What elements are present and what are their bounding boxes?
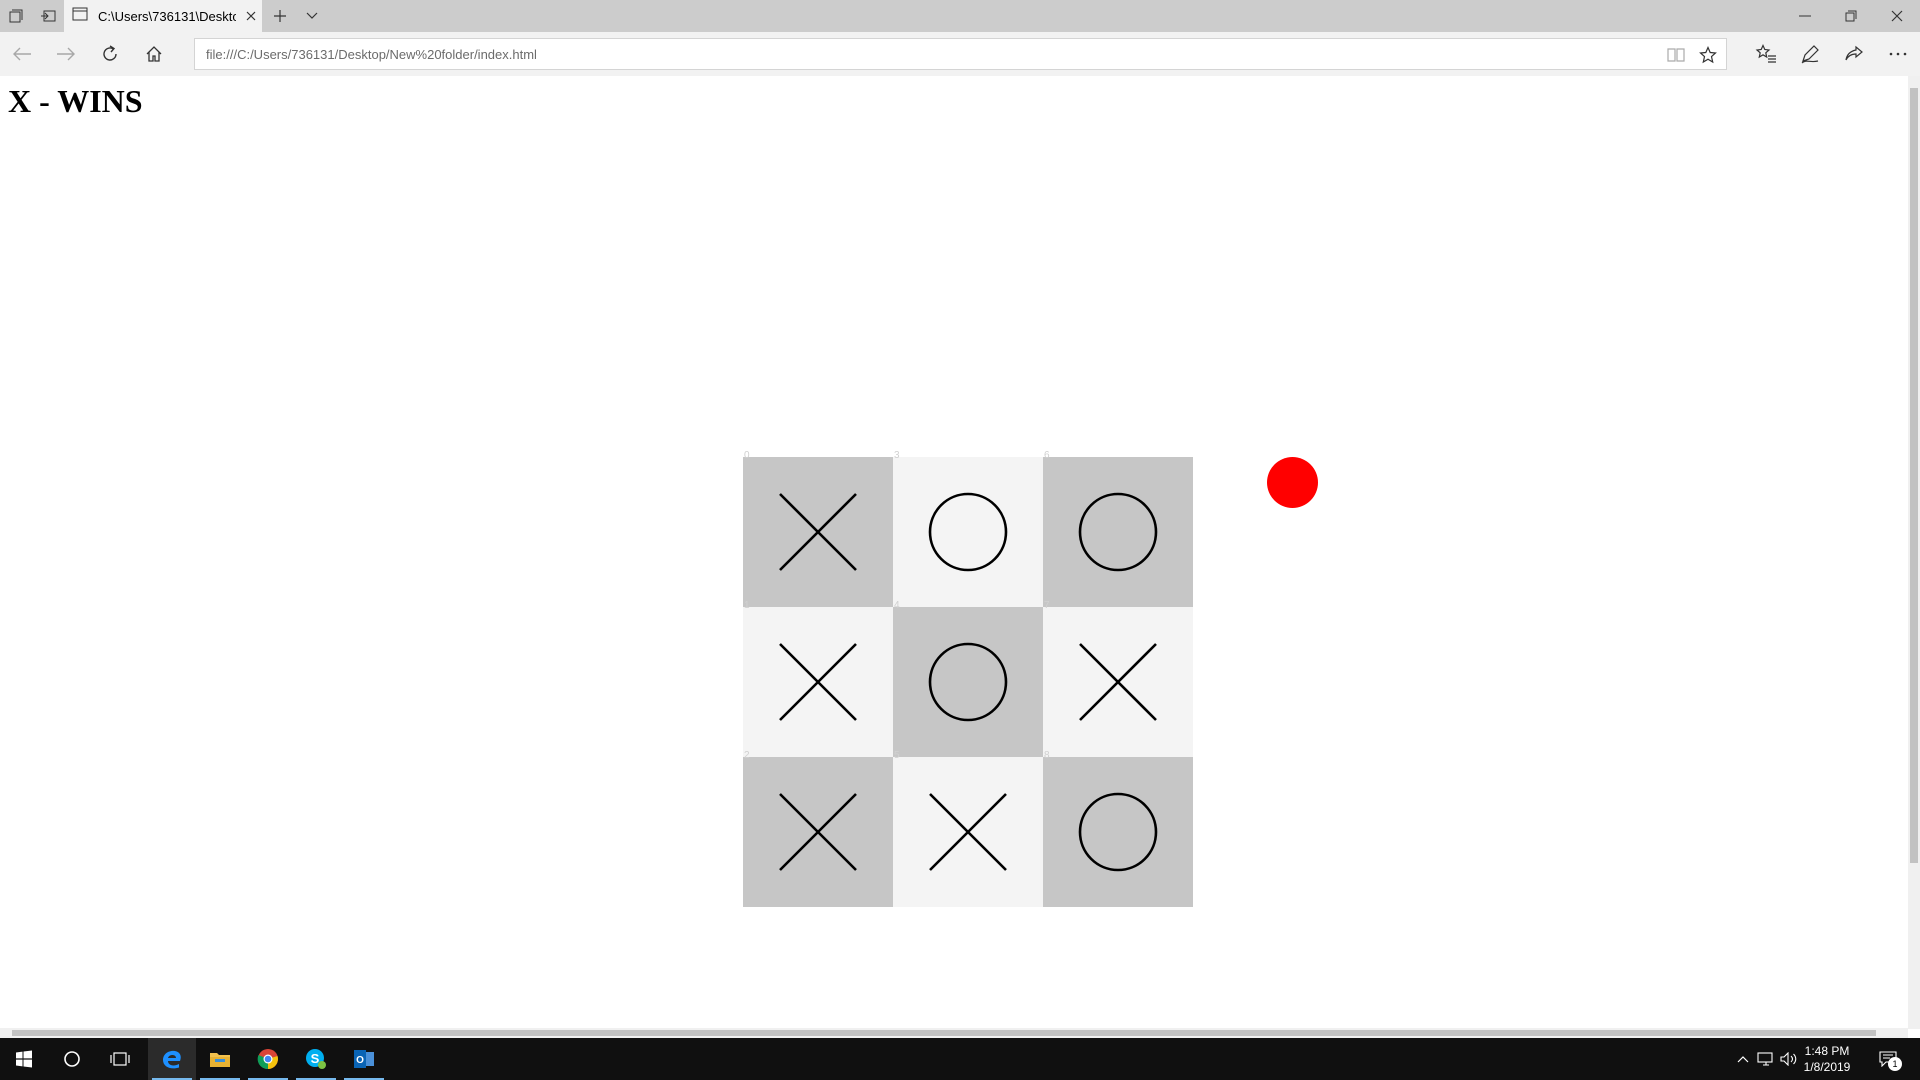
page-content: X - WINS 0 3 6 1 4 7 2 5 8 (0, 76, 1908, 1029)
windows-start-icon[interactable] (0, 1038, 48, 1080)
o-mark-icon (928, 642, 1008, 722)
share-icon[interactable] (1838, 38, 1870, 70)
game-status-heading: X - WINS (8, 83, 143, 119)
show-hidden-icons-chevron-up-icon[interactable] (1733, 1049, 1753, 1069)
board-cell[interactable]: 0 (743, 450, 893, 607)
board-cell[interactable]: 4 (893, 600, 1043, 757)
x-mark-icon (1079, 643, 1157, 721)
board-cell[interactable]: 8 (1043, 750, 1193, 907)
tab-manager-icon[interactable] (0, 0, 32, 32)
set-tabs-aside-icon[interactable] (32, 0, 64, 32)
home-icon[interactable] (138, 38, 170, 70)
horizontal-scrollbar-thumb[interactable] (12, 1030, 1876, 1036)
cell-index-label: 7 (1044, 600, 1050, 611)
reading-view-icon[interactable] (1665, 45, 1687, 65)
minimize-icon[interactable] (1782, 0, 1828, 32)
cell-index-label: 3 (894, 450, 900, 461)
favorites-hub-icon[interactable] (1750, 38, 1782, 70)
browser-tab-bar: C:\Users\736131\Desktop (0, 0, 1920, 32)
vertical-scrollbar[interactable] (1908, 76, 1920, 1029)
edge-icon[interactable] (148, 1038, 196, 1080)
clock-date: 1/8/2019 (1803, 1060, 1851, 1074)
o-mark-icon (928, 492, 1008, 572)
network-icon[interactable] (1756, 1049, 1776, 1069)
address-bar[interactable]: file:///C:/Users/736131/Desktop/New%20fo… (194, 38, 1727, 70)
cell-index-label: 5 (894, 750, 900, 761)
windows-taskbar: S O 1:48 PM 1/8/2019 1 (0, 1038, 1920, 1080)
more-options-icon[interactable] (1882, 38, 1914, 70)
tab-active[interactable]: C:\Users\736131\Desktop (64, 0, 262, 32)
close-tab-icon[interactable] (242, 7, 260, 25)
page-icon (72, 7, 88, 26)
forward-arrow-icon[interactable] (50, 38, 82, 70)
notification-count-badge: 1 (1888, 1057, 1902, 1071)
o-mark-icon (1078, 792, 1158, 872)
refresh-icon[interactable] (94, 38, 126, 70)
favorite-star-icon[interactable] (1697, 45, 1719, 65)
address-url: file:///C:/Users/736131/Desktop/New%20fo… (206, 46, 537, 62)
cell-index-label: 6 (1044, 450, 1050, 461)
skype-icon[interactable]: S (292, 1038, 340, 1080)
clock-time: 1:48 PM (1804, 1044, 1850, 1058)
browser-navigation-bar: file:///C:/Users/736131/Desktop/New%20fo… (0, 32, 1920, 76)
tab-preview-chevron-down-icon[interactable] (296, 0, 328, 32)
new-tab-icon[interactable] (264, 0, 296, 32)
board-cell[interactable]: 5 (893, 750, 1043, 907)
o-mark-icon (1078, 492, 1158, 572)
x-mark-icon (779, 793, 857, 871)
chrome-icon[interactable] (244, 1038, 292, 1080)
outlook-icon[interactable]: O (340, 1038, 388, 1080)
cortana-search-icon[interactable] (48, 1038, 96, 1080)
x-mark-icon (779, 493, 857, 571)
x-mark-icon (779, 643, 857, 721)
cell-index-label: 1 (744, 600, 750, 611)
system-clock[interactable]: 1:48 PM 1/8/2019 (1794, 1043, 1860, 1075)
back-arrow-icon[interactable] (6, 38, 38, 70)
x-mark-icon (929, 793, 1007, 871)
tic-tac-toe-board: 0 3 6 1 4 7 2 5 8 (743, 450, 1193, 907)
svg-text:O: O (356, 1055, 364, 1066)
task-view-icon[interactable] (96, 1038, 144, 1080)
horizontal-scrollbar[interactable] (0, 1028, 1908, 1038)
web-note-pen-icon[interactable] (1794, 38, 1826, 70)
cell-index-label: 8 (1044, 750, 1050, 761)
file-explorer-icon[interactable] (196, 1038, 244, 1080)
restore-icon[interactable] (1828, 0, 1874, 32)
board-cell[interactable]: 1 (743, 600, 893, 757)
turn-indicator-dot (1267, 457, 1318, 508)
board-cell[interactable]: 6 (1043, 450, 1193, 607)
board-cell[interactable]: 2 (743, 750, 893, 907)
tab-title: C:\Users\736131\Desktop (98, 8, 236, 24)
board-cell[interactable]: 3 (893, 450, 1043, 607)
board-cell[interactable]: 7 (1043, 600, 1193, 757)
cell-index-label: 2 (744, 750, 750, 761)
close-window-icon[interactable] (1874, 0, 1920, 32)
vertical-scrollbar-thumb[interactable] (1910, 88, 1918, 863)
cell-index-label: 4 (894, 600, 900, 611)
cell-index-label: 0 (744, 450, 750, 461)
